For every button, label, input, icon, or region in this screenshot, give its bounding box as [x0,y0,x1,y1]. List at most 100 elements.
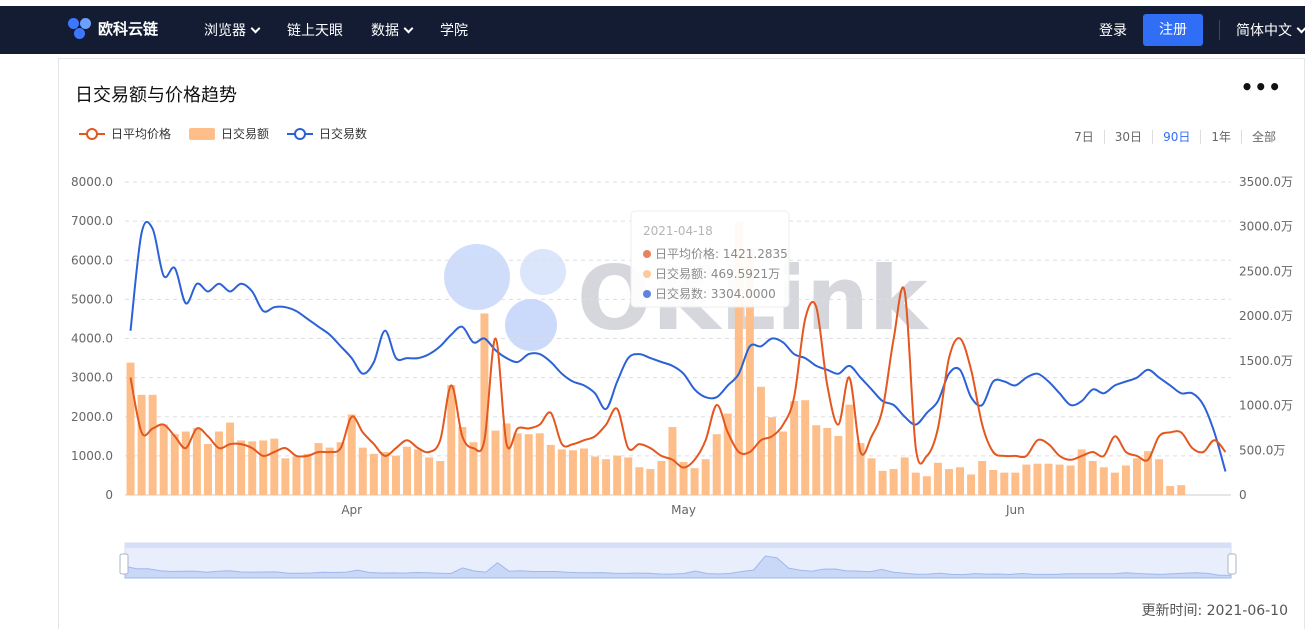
volume-bar [513,433,522,495]
volume-bar [911,472,920,495]
volume-bar [956,467,965,495]
range-option-all[interactable]: 全部 [1240,130,1286,144]
volume-bar [812,425,821,495]
legend-item-tx-count[interactable]: 日交易数 [287,125,367,142]
oklink-logo-icon [68,16,92,40]
data-zoom-slider[interactable] [119,542,1237,579]
volume-bar [237,440,246,495]
volume-bar [635,467,644,495]
x-tick-label: Jun [1005,503,1025,517]
tooltip-date: 2021-04-18 [643,224,713,238]
volume-bar [1166,486,1175,495]
x-tick-label: May [671,503,696,517]
volume-bar [823,427,832,495]
register-button[interactable]: 注册 [1143,14,1203,46]
y-right-tick-label: 2000.0万 [1239,309,1293,323]
language-selector[interactable]: 简体中文 [1236,20,1305,40]
y-left-tick-label: 6000.0 [71,253,113,267]
volume-bar [226,422,235,495]
chart-canvas[interactable]: OKLink01000.02000.03000.04000.05000.0600… [59,59,1305,630]
volume-bar [1000,472,1009,495]
volume-bar [591,456,600,495]
card-title: 日交易额与价格趋势 [75,85,237,106]
top-navigation-bar: 欧科云链 浏览器 链上天眼 数据 学院 登录 注册 简体中文 [0,0,1305,54]
legend-item-price[interactable]: 日平均价格 [79,125,171,142]
volume-bar [1033,463,1042,495]
volume-bar [270,438,279,495]
volume-bar [215,431,223,495]
legend-item-volume[interactable]: 日交易额 [189,125,269,142]
volume-bar [425,457,434,495]
watermark-dot [505,299,557,351]
chevron-down-icon [250,23,261,33]
chart-tooltip: 2021-04-18 日平均价格: 1421.2835 日交易额: 469.5921… [630,210,790,308]
range-option-1y[interactable]: 1年 [1200,130,1241,144]
y-left-tick-label: 0 [105,488,113,502]
volume-bar [646,469,655,495]
y-right-tick-label: 500.0万 [1239,443,1285,457]
legend-label: 日交易数 [319,127,368,141]
volume-bar [878,470,887,495]
nav-item-browser[interactable]: 浏览器 [204,20,261,40]
watermark-dot [520,249,566,295]
y-left-tick-label: 8000.0 [71,175,113,189]
zoom-handle-right[interactable] [1227,553,1237,575]
nav-item-academy[interactable]: 学院 [440,20,468,40]
volume-bar [701,459,710,495]
updated-time: 更新时间: 2021-06-10 [1141,603,1288,619]
volume-bar [1088,461,1097,495]
volume-bar [391,455,400,495]
legend-line-icon [287,127,314,140]
brand-logo[interactable]: 欧科云链 [68,16,158,40]
volume-bar [944,469,953,495]
range-option-90d[interactable]: 90日 [1152,130,1200,144]
nav-item-label: 学院 [440,23,468,39]
volume-bar [801,400,810,495]
tooltip-marker [643,290,651,298]
volume-bar [1133,458,1141,495]
nav-item-data[interactable]: 数据 [371,20,414,40]
zoom-track [124,542,1232,579]
chevron-down-icon [1296,23,1305,33]
tooltip-row: 日交易额: 469.5921万 [655,266,780,281]
y-left-tick-label: 7000.0 [71,214,113,228]
legend-label: 日交易额 [221,127,270,141]
volume-bar [137,394,146,495]
brand-name: 欧科云链 [98,19,159,38]
range-option-7d[interactable]: 7日 [1064,130,1104,144]
tooltip-marker [643,270,651,278]
volume-bar [613,455,622,495]
volume-bar [203,444,212,495]
volume-bar [524,434,533,495]
volume-bar [967,474,976,495]
y-right-tick-label: 3500.0万 [1239,175,1293,189]
y-right-tick-label: 1000.0万 [1239,399,1293,413]
volume-bar [978,461,987,495]
y-left-tick-label: 2000.0 [71,410,113,424]
volume-bar [867,458,876,495]
volume-bar [1155,459,1164,495]
volume-bar [602,459,611,495]
volume-bar [1121,465,1130,495]
x-tick-label: Apr [341,503,362,517]
volume-bar [1066,465,1075,495]
volume-bar [1044,463,1053,495]
legend-label: 日平均价格 [111,127,172,141]
chart-card: OKLink01000.02000.03000.04000.05000.0600… [58,58,1305,629]
volume-bar [159,424,168,495]
volume-bar [148,394,157,495]
login-link[interactable]: 登录 [1099,20,1127,40]
zoom-handle-left[interactable] [119,553,129,575]
nav-item-onchain-eye[interactable]: 链上天眼 [287,20,343,40]
volume-bar [1177,485,1186,495]
volume-bar [502,423,511,495]
volume-bar [1099,467,1108,495]
nav-right: 登录 注册 简体中文 [1099,14,1305,46]
volume-bar [491,430,500,495]
range-option-30d[interactable]: 30日 [1103,130,1152,144]
volume-bar [779,431,788,495]
main-nav: 浏览器 链上天眼 数据 学院 [204,20,468,40]
y-right-tick-label: 0 [1239,488,1247,502]
nav-item-label: 浏览器 [204,23,246,39]
more-dots-icon[interactable]: ••• [1241,75,1282,99]
